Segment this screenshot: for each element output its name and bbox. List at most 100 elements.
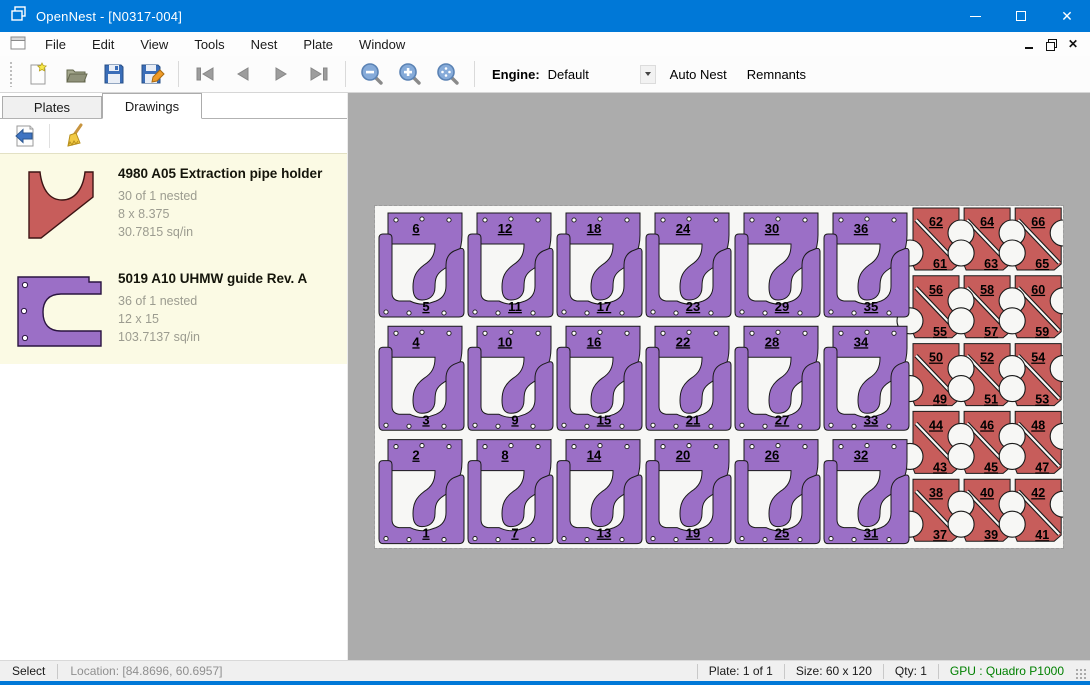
- svg-text:52: 52: [980, 351, 994, 365]
- new-icon: [25, 61, 51, 87]
- svg-text:33: 33: [864, 412, 878, 427]
- toolbar-separator: [49, 124, 50, 148]
- svg-text:23: 23: [686, 299, 700, 314]
- chevron-down-icon: [645, 72, 651, 76]
- svg-text:59: 59: [1035, 325, 1049, 339]
- svg-text:65: 65: [1035, 257, 1049, 271]
- svg-text:15: 15: [597, 412, 611, 427]
- menu-bar: File Edit View Tools Nest Plate Window ✕: [0, 32, 1090, 56]
- status-bar: Select Location: [84.8696, 60.6957] Plat…: [0, 660, 1090, 681]
- status-mode: Select: [0, 664, 57, 678]
- menu-tools[interactable]: Tools: [181, 34, 237, 55]
- svg-text:32: 32: [854, 448, 868, 463]
- svg-text:20: 20: [676, 448, 690, 463]
- open-icon: [63, 61, 89, 87]
- zoom-out-button[interactable]: [353, 59, 391, 89]
- svg-text:7: 7: [511, 526, 518, 541]
- first-plate-button[interactable]: [186, 59, 224, 89]
- open-button[interactable]: [57, 59, 95, 89]
- svg-text:18: 18: [587, 221, 601, 236]
- mdi-close-button[interactable]: ✕: [1062, 34, 1084, 54]
- tab-strip: Plates Drawings: [0, 93, 347, 119]
- svg-text:48: 48: [1031, 418, 1045, 432]
- menu-plate[interactable]: Plate: [290, 34, 346, 55]
- mdi-minimize-button[interactable]: [1018, 34, 1040, 54]
- menu-file[interactable]: File: [32, 34, 79, 55]
- clear-icon: [61, 123, 87, 149]
- left-panel: Plates Drawings: [0, 93, 348, 660]
- svg-text:13: 13: [597, 526, 611, 541]
- drawing-title: 5019 A10 UHMW guide Rev. A: [118, 271, 307, 286]
- svg-text:35: 35: [864, 299, 878, 314]
- maximize-icon: [1016, 11, 1026, 21]
- menu-view[interactable]: View: [127, 34, 181, 55]
- close-button[interactable]: ✕: [1044, 0, 1090, 32]
- svg-text:41: 41: [1035, 528, 1049, 542]
- drawing-size: 12 x 15: [118, 310, 307, 328]
- svg-text:5: 5: [422, 299, 429, 314]
- last-plate-button[interactable]: [300, 59, 338, 89]
- svg-text:19: 19: [686, 526, 700, 541]
- svg-text:4: 4: [412, 334, 420, 349]
- resize-grip[interactable]: [1075, 668, 1087, 680]
- svg-text:62: 62: [929, 215, 943, 229]
- mdi-close-icon: ✕: [1068, 37, 1078, 51]
- svg-text:55: 55: [933, 325, 947, 339]
- import-drawing-icon: [12, 123, 38, 149]
- menu-edit[interactable]: Edit: [79, 34, 127, 55]
- mdi-restore-button[interactable]: [1040, 34, 1062, 54]
- close-icon: ✕: [1061, 8, 1073, 25]
- status-qty: Qty: 1: [884, 664, 938, 678]
- svg-text:60: 60: [1031, 283, 1045, 297]
- remnants-button[interactable]: Remnants: [737, 61, 816, 88]
- drawing-list: 4980 A05 Extraction pipe holder 30 of 1 …: [0, 153, 347, 364]
- svg-text:14: 14: [587, 448, 602, 463]
- window-title: OpenNest - [N0317-004]: [36, 9, 182, 24]
- svg-text:40: 40: [980, 486, 994, 500]
- zoom-fit-button[interactable]: [429, 59, 467, 89]
- engine-dropdown-button[interactable]: [640, 65, 656, 84]
- next-plate-button[interactable]: [262, 59, 300, 89]
- drawing-item-2[interactable]: 5019 A10 UHMW guide Rev. A 36 of 1 neste…: [0, 259, 347, 364]
- clear-button[interactable]: [57, 121, 91, 151]
- drawing-title: 4980 A05 Extraction pipe holder: [118, 166, 322, 181]
- svg-text:16: 16: [587, 334, 601, 349]
- engine-value: Default: [548, 67, 640, 82]
- previous-plate-icon: [230, 61, 256, 87]
- tab-plates[interactable]: Plates: [2, 96, 102, 118]
- svg-text:30: 30: [765, 221, 779, 236]
- save-as-button[interactable]: [133, 59, 171, 89]
- title-bar: OpenNest - [N0317-004] ✕: [0, 0, 1090, 32]
- main-toolbar: Engine: Default Auto Nest Remnants: [0, 56, 1090, 93]
- svg-text:24: 24: [676, 221, 691, 236]
- svg-text:66: 66: [1031, 215, 1045, 229]
- zoom-fit-icon: [435, 61, 461, 87]
- svg-text:56: 56: [929, 283, 943, 297]
- svg-text:26: 26: [765, 448, 779, 463]
- mdi-minimize-icon: [1025, 47, 1033, 49]
- svg-text:39: 39: [984, 528, 998, 542]
- tab-drawings[interactable]: Drawings: [102, 93, 202, 119]
- status-size: Size: 60 x 120: [785, 664, 883, 678]
- zoom-in-button[interactable]: [391, 59, 429, 89]
- status-plate: Plate: 1 of 1: [698, 664, 784, 678]
- status-location: Location: [84.8696, 60.6957]: [58, 664, 234, 678]
- engine-combobox[interactable]: Default: [548, 65, 660, 84]
- new-button[interactable]: [19, 59, 57, 89]
- plate[interactable]: 6261646366655655585760595049525154534443…: [375, 206, 1063, 548]
- drawing-area: 103.7137 sq/in: [118, 328, 307, 346]
- window-bottom-edge: [0, 681, 1090, 685]
- menu-nest[interactable]: Nest: [238, 34, 291, 55]
- svg-text:50: 50: [929, 351, 943, 365]
- maximize-button[interactable]: [998, 0, 1044, 32]
- svg-text:38: 38: [929, 486, 943, 500]
- drawing-item-1[interactable]: 4980 A05 Extraction pipe holder 30 of 1 …: [0, 154, 347, 259]
- previous-plate-button[interactable]: [224, 59, 262, 89]
- nest-canvas[interactable]: 6261646366655655585760595049525154534443…: [348, 93, 1090, 660]
- menu-window[interactable]: Window: [346, 34, 418, 55]
- minimize-button[interactable]: [952, 0, 998, 32]
- save-button[interactable]: [95, 59, 133, 89]
- auto-nest-button[interactable]: Auto Nest: [660, 61, 737, 88]
- import-drawing-button[interactable]: [8, 121, 42, 151]
- toolbar-separator: [345, 61, 346, 87]
